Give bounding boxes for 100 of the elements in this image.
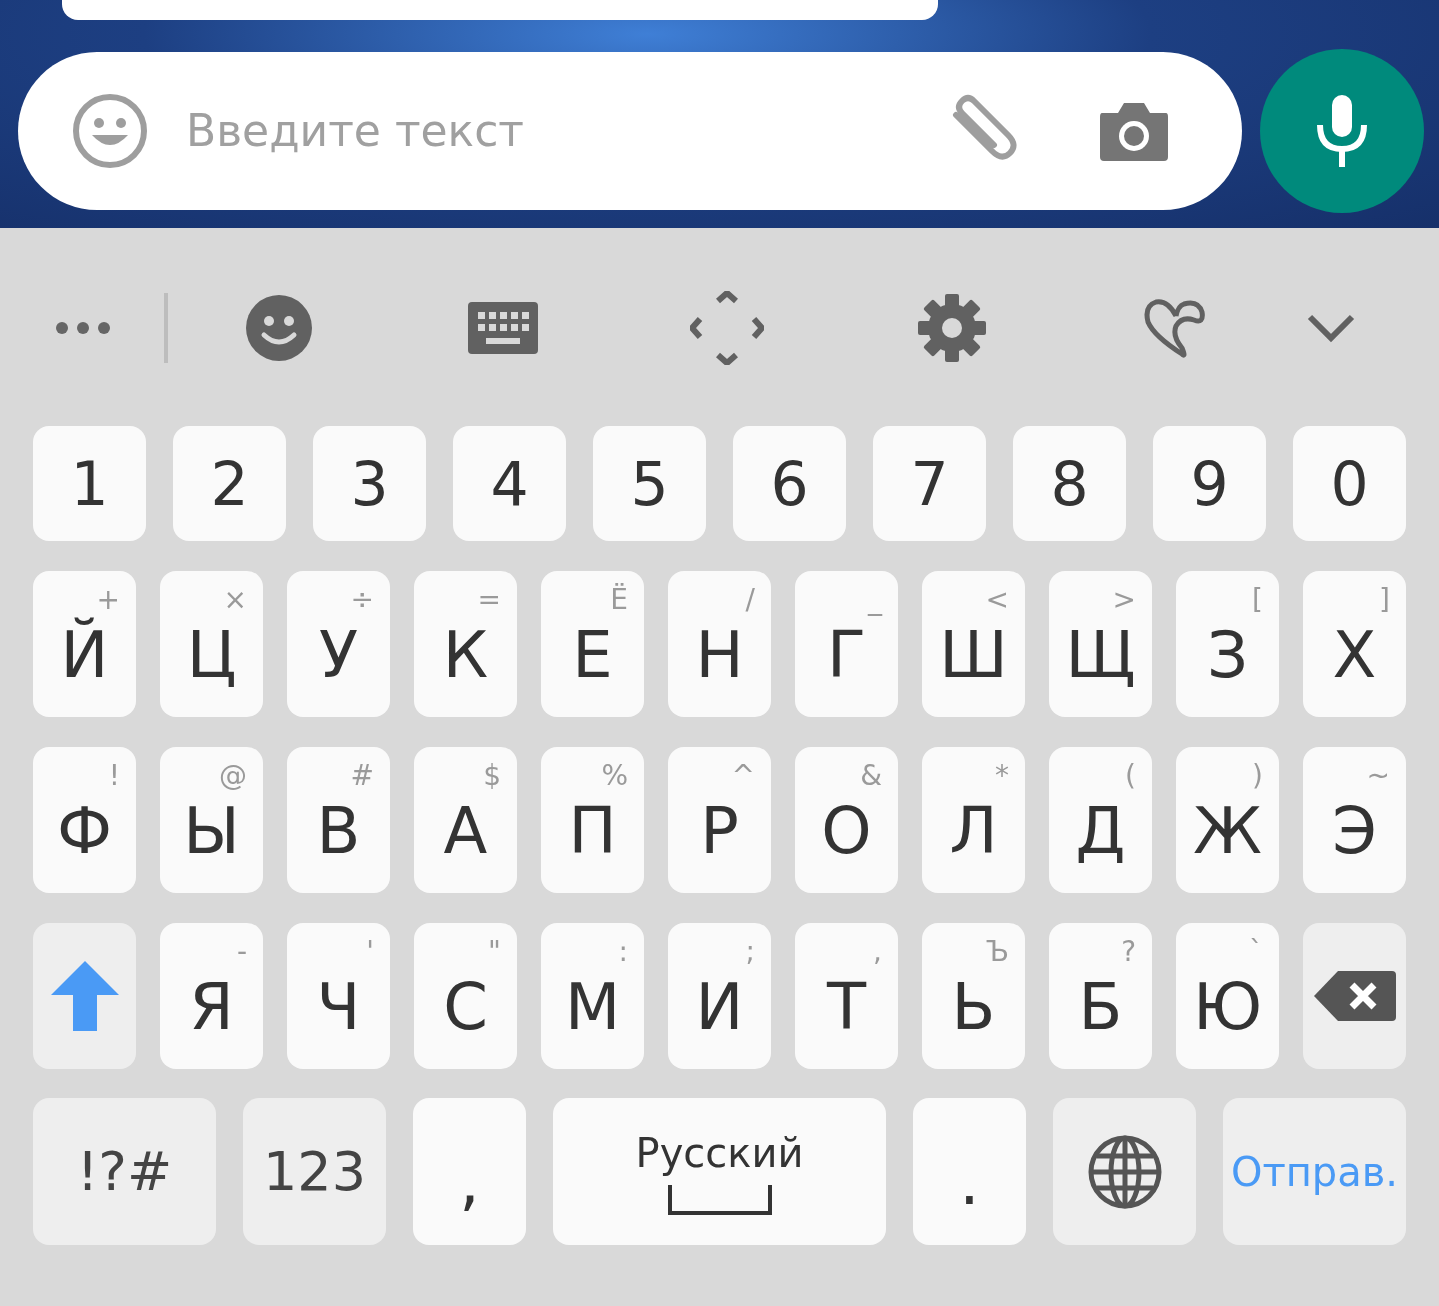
letter-key[interactable]: ÷ У (287, 571, 390, 717)
number-key[interactable]: 9 (1153, 426, 1266, 541)
emoji-icon[interactable] (72, 93, 148, 169)
more-icon[interactable] (56, 322, 110, 334)
key-secondary-symbol: [ (1252, 583, 1263, 617)
backspace-icon (1313, 971, 1396, 1021)
letter-key[interactable]: ) Ж (1176, 747, 1279, 893)
letter-key[interactable]: ? Б (1049, 923, 1152, 1069)
key-secondary-symbol: > (1112, 583, 1136, 617)
key-secondary-symbol: Ё (610, 583, 628, 617)
key-secondary-symbol: ; (745, 935, 755, 969)
key-secondary-symbol: ÷ (350, 583, 374, 617)
emoji-icon[interactable] (246, 295, 312, 361)
number-key[interactable]: 0 (1293, 426, 1406, 541)
key-letter: У (318, 617, 359, 694)
letter-key[interactable]: - Я (160, 923, 263, 1069)
number-key[interactable]: 6 (733, 426, 846, 541)
number-key[interactable]: 7 (873, 426, 986, 541)
key-secondary-symbol: = (477, 583, 501, 617)
key-secondary-symbol: : (618, 935, 628, 969)
key-secondary-symbol: ( (1125, 759, 1136, 793)
letter-key[interactable]: ] Х (1303, 571, 1406, 717)
key-secondary-symbol: ) (1252, 759, 1263, 793)
key-letter: Ж (1192, 793, 1263, 870)
key-letter: Ц (185, 617, 238, 694)
shift-arrow-icon (50, 961, 119, 1031)
number-key[interactable]: 3 (313, 426, 426, 541)
key-secondary-symbol: - (236, 935, 247, 969)
key-secondary-symbol: ' (366, 935, 374, 969)
letter-key[interactable]: , Т (795, 923, 898, 1069)
letter-key[interactable]: ` Ю (1176, 923, 1279, 1069)
microphone-icon (1315, 95, 1369, 167)
number-key[interactable]: 1 (33, 426, 146, 541)
key-letter: Ф (55, 793, 114, 870)
key-letter: Ч (315, 969, 362, 1046)
letter-key[interactable]: ^ Р (668, 747, 771, 893)
letter-key[interactable]: [ З (1176, 571, 1279, 717)
key-letter: Х (1331, 617, 1378, 694)
space-key[interactable]: Русский (553, 1098, 886, 1245)
key-letter: И (694, 969, 745, 1046)
letter-key[interactable]: ( Д (1049, 747, 1152, 893)
key-letter: Р (699, 793, 740, 870)
letter-key[interactable]: _ Г (795, 571, 898, 717)
number-key[interactable]: 8 (1013, 426, 1126, 541)
punctuation-key[interactable]: . (913, 1098, 1026, 1245)
settings-icon[interactable] (918, 294, 986, 362)
key-secondary-symbol: " (488, 935, 501, 969)
space-bar-icon (667, 1184, 772, 1215)
key-letter: А (442, 793, 489, 870)
letter-key[interactable]: × Ц (160, 571, 263, 717)
punctuation-key[interactable]: , (413, 1098, 526, 1245)
key-secondary-symbol: _ (868, 583, 882, 617)
letter-key[interactable]: + Й (33, 571, 136, 717)
number-key[interactable]: 5 (593, 426, 706, 541)
shift-key[interactable] (33, 923, 136, 1069)
chevron-down-icon[interactable] (1306, 313, 1356, 343)
letter-key[interactable]: Ё Е (541, 571, 644, 717)
key-letter: Ю (1191, 969, 1264, 1046)
letter-key[interactable]: < Ш (922, 571, 1025, 717)
letter-key[interactable]: % П (541, 747, 644, 893)
letter-key[interactable]: > Щ (1049, 571, 1152, 717)
key-secondary-symbol: / (745, 583, 755, 617)
key-secondary-symbol: ^ (731, 759, 755, 793)
key-letter: Е (571, 617, 614, 694)
letter-key[interactable]: Ъ Ь (922, 923, 1025, 1069)
letter-key[interactable]: $ А (414, 747, 517, 893)
letter-key[interactable]: " С (414, 923, 517, 1069)
key-letter: К (441, 617, 490, 694)
key-letter: З (1206, 617, 1249, 694)
globe-icon (1086, 1133, 1163, 1210)
key-secondary-symbol: % (601, 759, 628, 793)
letter-key[interactable]: / Н (668, 571, 771, 717)
key-secondary-symbol: ` (1249, 935, 1263, 969)
symbols-key[interactable]: !?# (33, 1098, 216, 1245)
backspace-key[interactable] (1303, 923, 1406, 1069)
key-letter: М (563, 969, 622, 1046)
numbers-key[interactable]: 123 (243, 1098, 386, 1245)
key-secondary-symbol: ] (1379, 583, 1390, 617)
letter-key[interactable]: ' Ч (287, 923, 390, 1069)
key-secondary-symbol: $ (483, 759, 501, 793)
number-key[interactable]: 4 (453, 426, 566, 541)
letter-key[interactable]: * Л (922, 747, 1025, 893)
message-field[interactable]: Введите текст (186, 101, 946, 161)
number-key[interactable]: 2 (173, 426, 286, 541)
letter-key[interactable]: @ Ы (160, 747, 263, 893)
letter-key[interactable]: = К (414, 571, 517, 717)
letter-key[interactable]: ; И (668, 923, 771, 1069)
letter-key[interactable]: ~ Э (1303, 747, 1406, 893)
keyboard-icon[interactable] (468, 302, 538, 354)
letter-key[interactable]: : М (541, 923, 644, 1069)
move-icon[interactable] (690, 291, 764, 365)
key-letter: П (567, 793, 618, 870)
letter-key[interactable]: & О (795, 747, 898, 893)
language-key[interactable] (1053, 1098, 1196, 1245)
letter-key[interactable]: ! Ф (33, 747, 136, 893)
key-letter: Я (188, 969, 235, 1046)
key-secondary-symbol: × (223, 583, 247, 617)
key-letter: Б (1077, 969, 1124, 1046)
key-letter: Й (59, 616, 110, 694)
letter-key[interactable]: # В (287, 747, 390, 893)
